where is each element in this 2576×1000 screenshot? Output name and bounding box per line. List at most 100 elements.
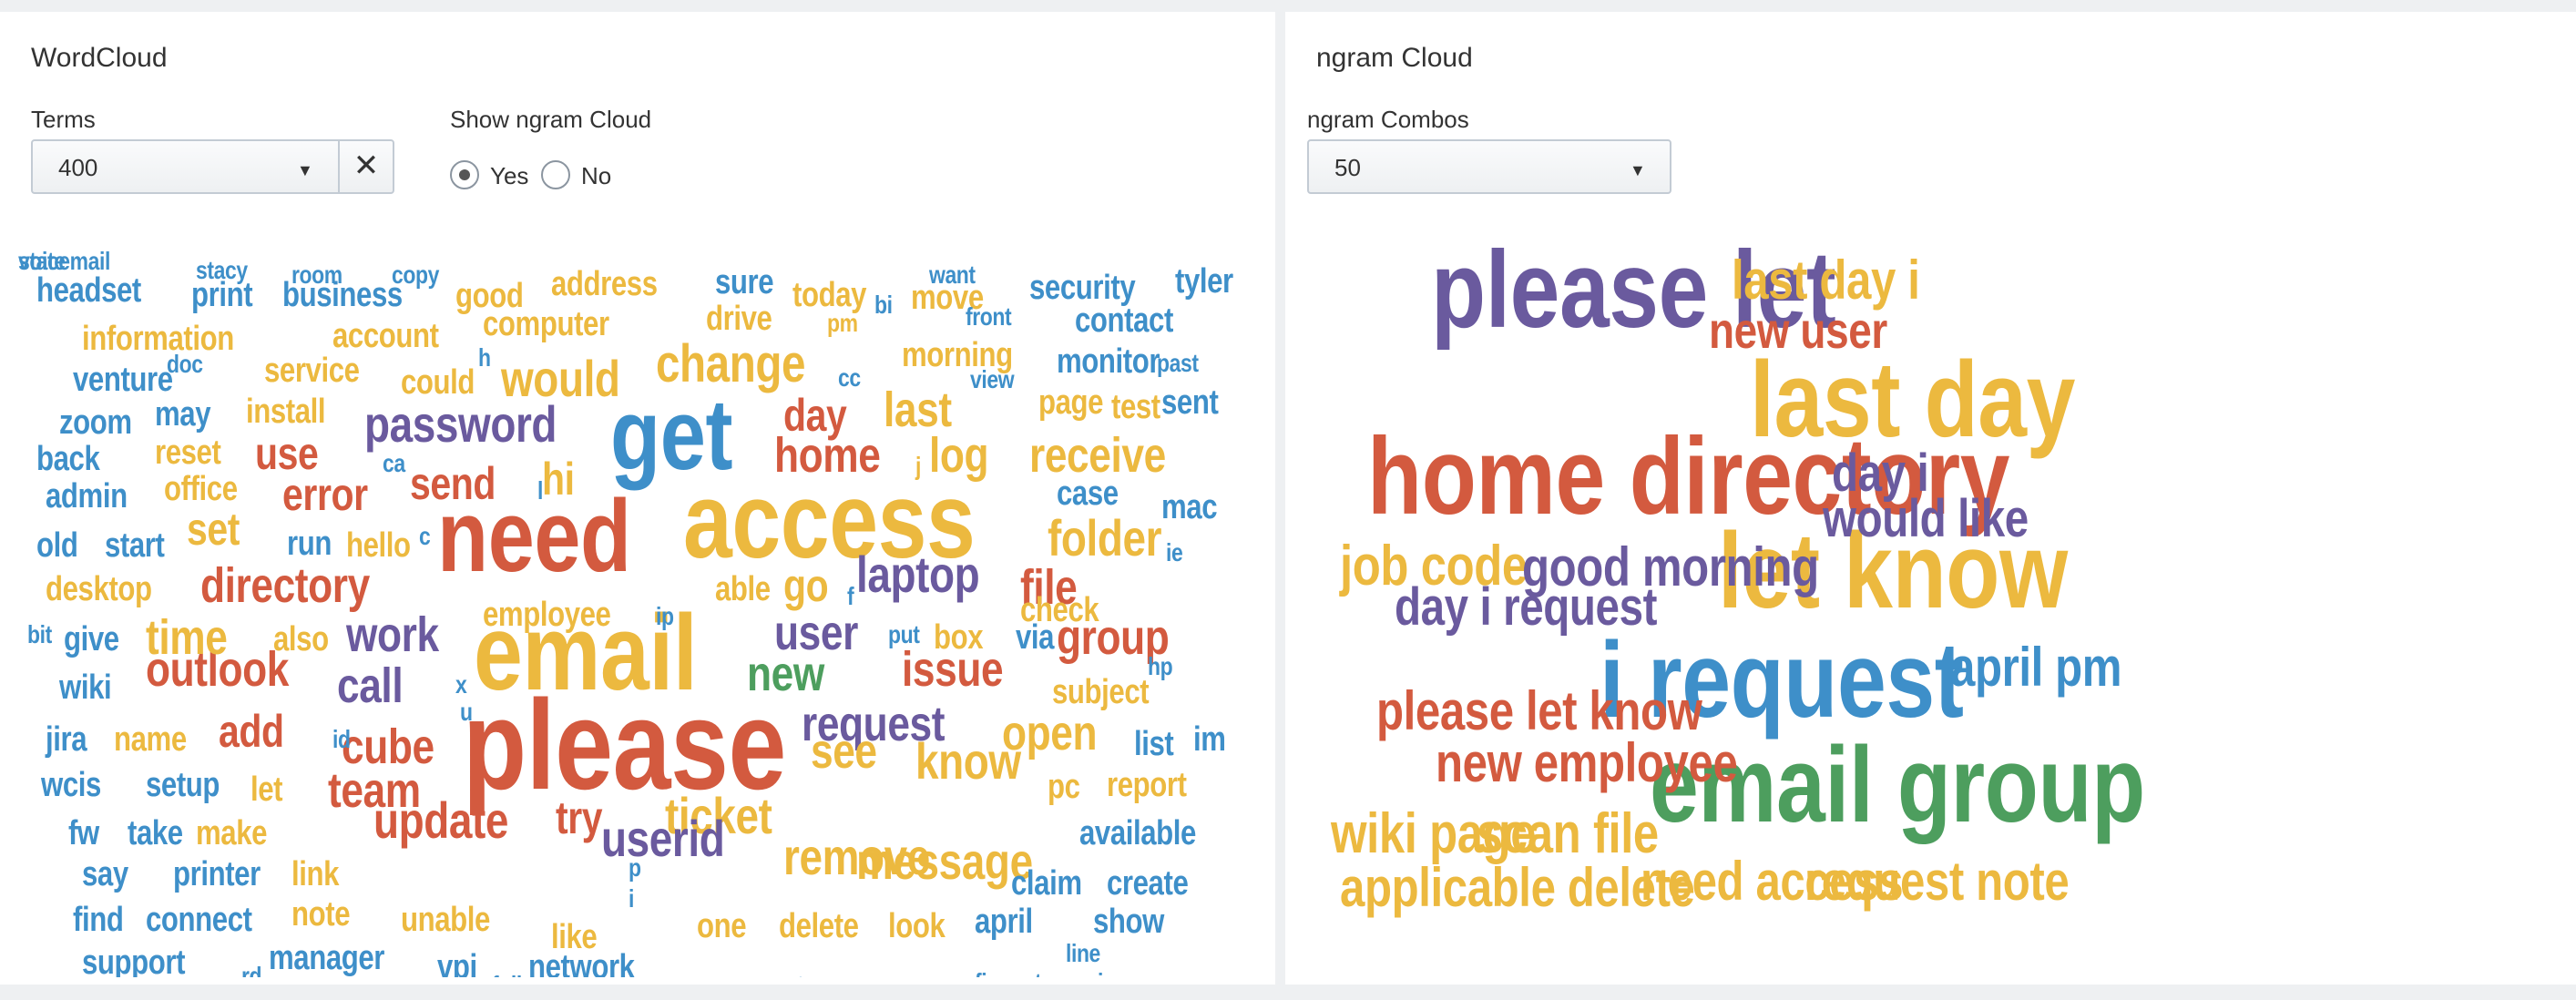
radio-unselected-icon [541, 160, 570, 189]
cloud-word: open [1002, 706, 1098, 760]
cloud-word: log [929, 428, 989, 483]
cloud-word: contact [1075, 301, 1173, 340]
cloud-word: day [783, 390, 847, 441]
cloud-word: create [1107, 864, 1189, 903]
cloud-word: give [64, 620, 119, 658]
cloud-word: p [629, 853, 641, 882]
cloud-word: ive [1098, 970, 1126, 978]
cloud-word: i [629, 884, 634, 913]
radio-no[interactable]: No [541, 160, 632, 193]
cloud-word: subject [1052, 673, 1150, 711]
cloud-word: show [1093, 903, 1165, 941]
cloud-word: able [715, 570, 771, 608]
cloud-word: install [246, 393, 326, 431]
cloud-word: today [792, 276, 867, 314]
cloud-word: via [1016, 618, 1055, 657]
cloud-word: monitor [1057, 342, 1160, 381]
cloud-word: wcis [41, 766, 101, 804]
cloud-word: jira [46, 720, 87, 759]
radio-no-label: No [581, 162, 612, 189]
cloud-word: scan file [1477, 802, 1659, 865]
cloud-word: u [460, 698, 473, 726]
cloud-word: say [82, 855, 128, 893]
cloud-word: x [455, 670, 467, 699]
cloud-word: drive [706, 300, 772, 338]
cloud-word: address [551, 265, 658, 303]
cloud-word: rd [241, 962, 262, 978]
cloud-word: work [346, 607, 439, 662]
cloud-word: delete [779, 907, 859, 945]
chevron-down-icon: ▼ [297, 161, 313, 179]
cloud-word: link [291, 855, 340, 893]
cloud-word: last [884, 383, 952, 437]
cloud-word: look [888, 907, 946, 945]
cloud-word: page [1038, 383, 1104, 422]
cloud-word: take [128, 814, 183, 852]
wordcloud-panel: WordCloud Terms 400 ▼ ✕ Show ngram Cloud… [0, 12, 1275, 985]
cloud-word: voicemail [18, 249, 110, 275]
cloud-word: employee [483, 596, 611, 634]
cloud-word: bi [874, 291, 893, 319]
cloud-word: cc [838, 363, 861, 392]
cloud-word: claim [1011, 864, 1082, 903]
cloud-word: doc [167, 350, 203, 378]
cloud-word: note [291, 895, 351, 934]
cloud-word: please let know [1376, 680, 1702, 741]
cloud-word: fw [68, 814, 99, 852]
cloud-word: view [970, 365, 1015, 393]
cloud-word: april pm [1950, 637, 2122, 698]
cloud-word: receive [1029, 428, 1166, 483]
cloud-word: run [287, 525, 332, 563]
cloud-word: want [929, 260, 976, 289]
ngram-combos-value: 50 [1334, 154, 1361, 181]
radio-selected-icon [450, 160, 479, 189]
cloud-word: stacy [196, 256, 248, 284]
cloud-word: make [196, 814, 268, 852]
cloud-word: list [1134, 725, 1174, 763]
cloud-word: start [105, 526, 165, 565]
cloud-word: venture [73, 361, 173, 399]
cloud-word: reset [155, 434, 221, 472]
cloud-word: f [847, 582, 854, 610]
cloud-word: information [82, 320, 234, 358]
cloud-word: hello [346, 526, 411, 565]
cloud-word: team [328, 763, 421, 818]
cloud-word: find [73, 901, 124, 939]
cloud-word: new employee [1436, 732, 1738, 793]
cloud-word: l [537, 476, 543, 505]
cloud-word: day i request [1395, 577, 1658, 637]
cloud-word: could [401, 363, 475, 402]
cloud-word: headset [36, 271, 141, 310]
cloud-word: connect [146, 901, 252, 939]
cloud-word: sent [1161, 383, 1219, 422]
cloud-word: go [783, 560, 829, 611]
terms-dropdown[interactable]: 400 ▼ [31, 139, 340, 194]
terms-label: Terms [31, 106, 96, 133]
cloud-word: pc [1048, 768, 1080, 806]
cloud-word: desktop [46, 570, 152, 608]
terms-value: 400 [58, 154, 98, 181]
ngram-combos-dropdown[interactable]: 50 ▼ [1307, 139, 1671, 194]
cloud-word: room [291, 260, 342, 289]
clear-terms-button[interactable]: ✕ [338, 139, 394, 194]
cloud-word: directory [200, 558, 370, 613]
cloud-word: copy [392, 260, 439, 289]
cloud-word: userid [601, 810, 725, 867]
cloud-word: ie [1166, 538, 1183, 566]
ngram-cloud: please let home directory last day let know… [1294, 230, 2570, 977]
cloud-word: unable [401, 901, 490, 939]
cloud-word: network [528, 948, 635, 977]
cloud-word: id [332, 725, 351, 753]
cloud-word: front [966, 302, 1012, 331]
cloud-word: ip [656, 602, 674, 630]
cloud-word: see [811, 724, 877, 779]
cloud-word: would like [1823, 489, 2029, 548]
cloud-word: use [255, 428, 319, 479]
radio-yes[interactable]: Yes [450, 160, 550, 193]
cloud-word: get [610, 379, 733, 491]
cloud-word: last day i [1732, 250, 1920, 311]
cloud-word: hi [542, 454, 575, 505]
ngram-combos-label: ngram Combos [1307, 106, 1469, 133]
cloud-word: new [747, 647, 824, 701]
cloud-word: add [219, 706, 284, 757]
